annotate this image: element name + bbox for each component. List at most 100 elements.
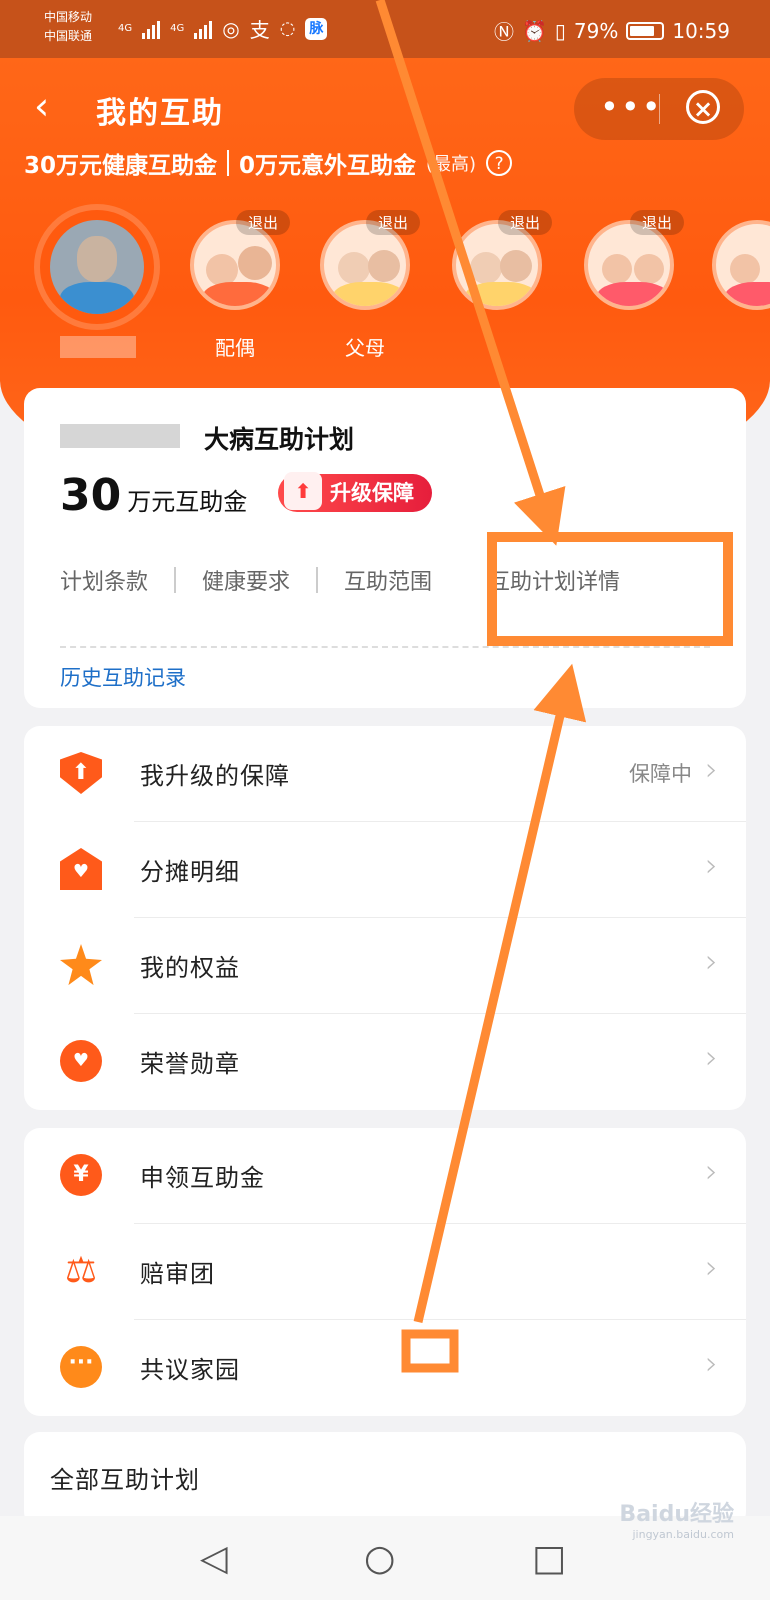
dashed-divider — [60, 646, 710, 648]
list-item[interactable]: ¥ 申领互助金 › — [24, 1128, 746, 1224]
list-item[interactable]: ♥ 荣誉勋章 › — [24, 1014, 746, 1110]
tab-terms[interactable]: 计划条款 — [60, 564, 174, 596]
tab-divider — [316, 567, 319, 593]
carrier-1: 中国移动 — [44, 10, 93, 24]
list-item[interactable]: ⬆ 我升级的保障 保障中 › — [24, 726, 746, 822]
watermark-sub: jingyan.baidu.com — [632, 1528, 734, 1541]
house-heart-icon: ♥ — [60, 848, 102, 890]
chevron-right-icon: › — [705, 1038, 718, 1076]
star-icon — [60, 944, 102, 986]
watermark-text: Baidu经验 — [619, 1502, 734, 1527]
exit-button[interactable]: 退出 — [366, 210, 421, 235]
browser-icon: ◎ — [222, 16, 240, 41]
chevron-right-icon: › — [705, 1248, 718, 1286]
shield-up-icon: ⬆ — [60, 752, 102, 794]
tab-divider — [174, 567, 177, 593]
member-parents[interactable]: 退出 父母 — [320, 210, 421, 360]
watermark: Baidu经验 jingyan.baidu.com — [619, 1496, 734, 1541]
exit-button[interactable]: 退出 — [498, 210, 553, 235]
service-list-1: ⬆ 我升级的保障 保障中 › ♥ 分摊明细 › 我的权益 › ♥ 荣誉勋章 › — [24, 726, 746, 1110]
exit-button[interactable]: 退出 — [236, 210, 291, 235]
carrier-2: 中国联通 — [44, 29, 93, 43]
item-label: 荣誉勋章 — [140, 1050, 240, 1078]
member-name-redacted — [60, 424, 180, 448]
chevron-right-icon: › — [705, 1344, 718, 1382]
upgrade-label: 升级保障 — [330, 481, 414, 505]
network-type-1: 4G — [118, 23, 133, 34]
max-note: (最高) — [426, 154, 477, 175]
chevron-right-icon: › — [705, 750, 718, 788]
gem-up-icon: ⬆ — [284, 472, 322, 510]
scale-icon: ⚖ — [64, 1250, 98, 1291]
summary-divider — [227, 150, 230, 176]
member-children[interactable]: 退出 — [584, 210, 685, 360]
list-item[interactable]: ⚖ 赔审团 › — [24, 1224, 746, 1320]
coverage-summary: 30万元健康互助金 0万元意外互助金 (最高) ? — [24, 146, 513, 180]
item-label: 赔审团 — [140, 1260, 215, 1288]
plan-name: 大病互助计划 — [204, 425, 355, 454]
member-more[interactable] — [712, 220, 770, 360]
nfc-icon: Ⓝ — [493, 20, 514, 44]
item-label: 我升级的保障 — [140, 762, 290, 790]
accident-amount: 0万元意外互助金 — [239, 153, 417, 179]
help-icon[interactable]: ? — [486, 150, 513, 176]
exit-button[interactable]: 退出 — [630, 210, 685, 235]
self-name-redacted — [60, 336, 136, 358]
signal-icon — [142, 19, 161, 39]
avatar — [712, 220, 770, 310]
list-item[interactable]: ··· 共议家园 › — [24, 1320, 746, 1416]
plan-card: 大病互助计划 30 万元互助金 ⬆ 升级保障 计划条款 健康要求 互助范围 互助… — [24, 388, 746, 708]
clock: 10:59 — [672, 18, 730, 43]
item-label: 申领互助金 — [140, 1164, 265, 1192]
app-badge-icon: 脉 — [305, 17, 328, 40]
signal-icon-2 — [194, 19, 213, 39]
yen-icon: ¥ — [60, 1154, 102, 1196]
member-parents-in-law[interactable]: 退出 — [452, 210, 553, 360]
member-name: 配偶 — [215, 336, 255, 360]
tab-health[interactable]: 健康要求 — [202, 564, 316, 596]
back-arrow-icon[interactable]: ‹ — [34, 84, 49, 128]
alipay-icon: 支 — [249, 18, 270, 42]
status-bar: 中国移动 中国联通 4G 4G ◎ 支 ◌ 脉 Ⓝ ⏰ ▯ 79% 10:59 — [0, 0, 770, 58]
profile-photo — [50, 220, 144, 314]
plan-amount: 30 万元互助金 — [60, 470, 247, 521]
item-label: 共议家园 — [140, 1356, 240, 1384]
nav-bar: ‹ 我的互助 ••• × — [0, 70, 770, 146]
chevron-right-icon: › — [705, 1152, 718, 1190]
chat-icon: ··· — [60, 1346, 102, 1388]
all-plans-label: 全部互助计划 — [50, 1466, 200, 1494]
plan-tabs: 计划条款 健康要求 互助范围 互助计划详情 — [60, 564, 646, 596]
chat-notify-icon: ◌ — [279, 18, 296, 39]
medal-icon: ♥ — [60, 1040, 102, 1082]
carrier-info: 中国移动 中国联通 — [44, 8, 92, 46]
amount-unit: 万元互助金 — [127, 488, 248, 516]
more-icon[interactable]: ••• — [600, 88, 663, 126]
item-status: 保障中 — [629, 762, 692, 786]
nav-home-icon[interactable]: ○ — [364, 1538, 395, 1579]
page-title: 我的互助 — [96, 96, 224, 131]
list-item[interactable]: ♥ 分摊明细 › — [24, 822, 746, 918]
network-type-2: 4G — [170, 23, 185, 34]
tab-plan-details[interactable]: 互助计划详情 — [488, 564, 646, 596]
nav-back-icon[interactable]: ◁ — [200, 1538, 228, 1579]
service-list-2: ¥ 申领互助金 › ⚖ 赔审团 › ··· 共议家园 › — [24, 1128, 746, 1416]
close-icon[interactable]: × — [686, 90, 720, 124]
chevron-right-icon: › — [705, 942, 718, 980]
upgrade-button[interactable]: ⬆ 升级保障 — [278, 472, 432, 512]
battery-icon — [626, 21, 665, 40]
status-icons: 4G 4G ◎ 支 ◌ 脉 — [118, 14, 328, 43]
history-link[interactable]: 历史互助记录 — [60, 662, 186, 692]
chevron-right-icon: › — [705, 846, 718, 884]
tab-scope[interactable]: 互助范围 — [344, 564, 488, 596]
amount-value: 30 — [60, 470, 122, 521]
member-list: 退出 配偶 退出 父母 退出 退出 — [0, 200, 770, 370]
battery-percent: 79% — [573, 18, 619, 43]
list-item[interactable]: 我的权益 › — [24, 918, 746, 1014]
alarm-icon: ⏰ — [521, 18, 547, 43]
capsule-divider — [659, 94, 660, 124]
member-spouse[interactable]: 退出 配偶 — [190, 210, 291, 360]
avatar-self[interactable] — [34, 204, 160, 330]
nav-recents-icon[interactable]: □ — [532, 1538, 566, 1579]
vibrate-icon: ▯ — [554, 18, 566, 43]
miniapp-capsule: ••• × — [574, 78, 744, 140]
